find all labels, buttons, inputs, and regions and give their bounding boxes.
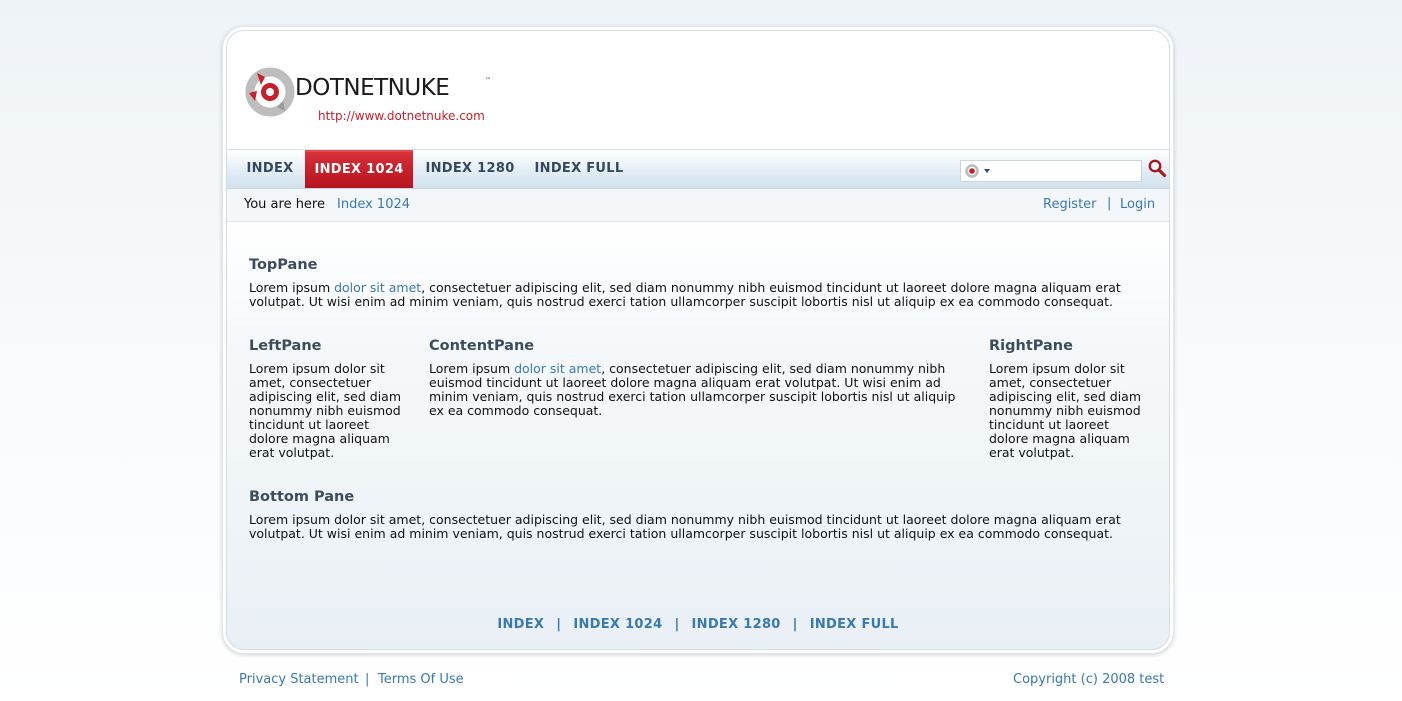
search-button[interactable] [1147, 158, 1167, 178]
breadcrumb-current-link[interactable]: Index 1024 [337, 197, 410, 212]
magnifier-icon [1148, 159, 1167, 178]
nav-item-index-1280[interactable]: INDEX 1280 [417, 150, 523, 188]
footer-nav-separator: | [792, 617, 798, 632]
leftpane-text: Lorem ipsum dolor sit amet, consectetuer… [249, 361, 402, 460]
rightpane-text: Lorem ipsum dolor sit amet, consectetuer… [989, 361, 1142, 460]
contentpane-link[interactable]: dolor sit amet [514, 361, 601, 376]
privacy-statement-link[interactable]: Privacy Statement [239, 672, 359, 687]
logo-wordmark: DOTNETNUKE [295, 75, 450, 101]
nav-item-index[interactable]: INDEX [237, 150, 303, 188]
footer-nav-index-1024[interactable]: INDEX 1024 [573, 617, 662, 632]
footer-nav-index-1280[interactable]: INDEX 1280 [692, 617, 781, 632]
site-logo[interactable]: DOTNETNUKE ™ http://www.dotnetnuke.com [243, 61, 503, 127]
search-provider-dropdown[interactable] [963, 163, 993, 179]
leftpane-title: LeftPane [249, 338, 322, 354]
page-container: DOTNETNUKE ™ http://www.dotnetnuke.com I… [226, 30, 1170, 650]
search-input[interactable] [997, 161, 1141, 181]
login-link[interactable]: Login [1120, 197, 1155, 212]
toppane-text: Lorem ipsum dolor sit amet, consectetuer… [249, 281, 1129, 309]
terms-of-use-link[interactable]: Terms Of Use [378, 672, 464, 687]
page-footer-separator: | [365, 672, 370, 687]
register-link[interactable]: Register [1043, 197, 1097, 212]
search-box [960, 160, 1142, 182]
bottompane-text: Lorem ipsum dolor sit amet, consectetuer… [249, 512, 1121, 541]
dnn-logo-icon [245, 67, 295, 117]
toppane-link[interactable]: dolor sit amet [334, 280, 421, 295]
rightpane-title: RightPane [989, 338, 1073, 354]
chevron-down-icon [984, 169, 990, 173]
copyright-text: Copyright (c) 2008 test [1013, 672, 1165, 687]
footer-nav-separator: | [674, 617, 680, 632]
contentpane-text-start: Lorem ipsum [429, 361, 515, 376]
footer-nav-separator: | [556, 617, 562, 632]
footer-nav-index[interactable]: INDEX [497, 617, 544, 632]
user-links-separator: | [1107, 196, 1112, 211]
logo-trademark: ™ [485, 77, 491, 84]
contentpane-text: Lorem ipsum dolor sit amet, consectetuer… [429, 362, 974, 418]
main-nav: INDEX INDEX 1024 INDEX 1280 INDEX FULL [227, 149, 1169, 189]
dnn-logo-icon [965, 164, 990, 178]
footer-nav: INDEX | INDEX 1024 | INDEX 1280 | INDEX FULL [227, 617, 1169, 632]
toppane-text-start: Lorem ipsum [249, 280, 335, 295]
nav-item-index-full[interactable]: INDEX FULL [529, 150, 629, 188]
nav-item-index-1024[interactable]: INDEX 1024 [305, 150, 413, 188]
breadcrumb-label: You are here [244, 197, 325, 212]
bottompane-title: Bottom Pane [249, 489, 355, 505]
footer-nav-index-full[interactable]: INDEX FULL [810, 617, 899, 632]
breadcrumb-bar: You are here Index 1024 Register | Login [227, 189, 1169, 222]
contentpane-title: ContentPane [429, 338, 535, 354]
page-frame: DOTNETNUKE ™ http://www.dotnetnuke.com I… [222, 26, 1174, 654]
toppane-title: TopPane [249, 257, 318, 273]
logo-url[interactable]: http://www.dotnetnuke.com [318, 109, 485, 123]
